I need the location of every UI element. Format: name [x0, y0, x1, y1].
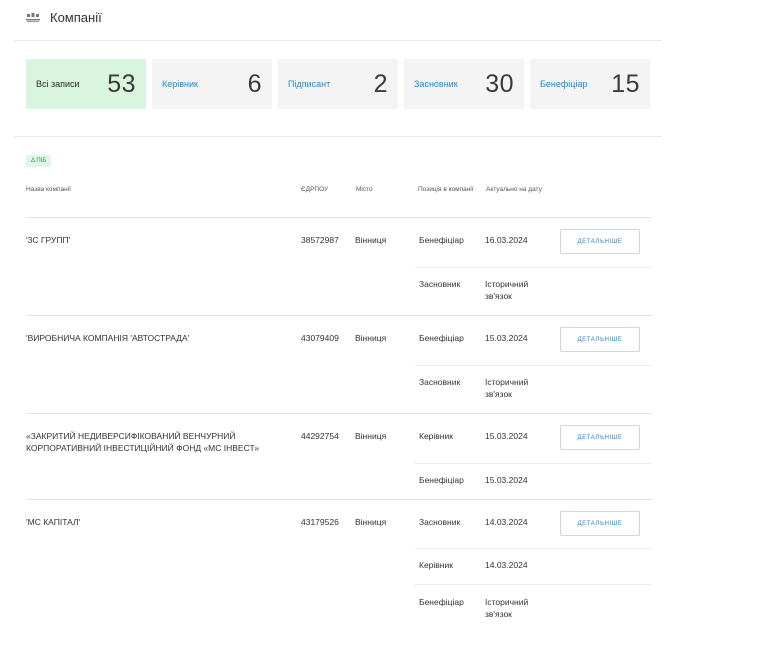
role-date: 15.03.2024: [485, 431, 528, 441]
tile-count: 6: [247, 69, 262, 98]
header-edrpou: ЄДРПОУ: [301, 186, 329, 193]
tile-label: Керівник: [162, 79, 198, 89]
details-button[interactable]: ДЕТАЛЬНІШЕ: [560, 511, 640, 536]
role-date: 16.03.2024: [485, 235, 528, 245]
role-position: Бенефіціар: [419, 333, 464, 343]
filter-chip-label: Δ ПІБ: [31, 158, 47, 164]
header-date: Актуально на дату: [486, 186, 542, 193]
role-date: 14.03.2024: [485, 560, 528, 570]
role-divider: [415, 548, 652, 549]
company-code: 38572987: [301, 235, 339, 245]
company-name: '3С ГРУПП': [26, 235, 71, 245]
row-divider: [26, 217, 652, 218]
header-position: Позиція в компанії: [418, 186, 474, 193]
role-date: 15.03.2024: [485, 333, 528, 343]
company-city: Вінниця: [355, 333, 387, 343]
page-header: Компанії: [26, 6, 102, 28]
role-date: 14.03.2024: [485, 517, 528, 527]
company-city: Вінниця: [355, 431, 387, 441]
company-code: 43179526: [301, 517, 339, 527]
header-city: Місто: [356, 186, 373, 193]
role-position: Керівник: [419, 560, 453, 570]
row-divider: [26, 315, 652, 316]
company-code: 43079409: [301, 333, 339, 343]
role-divider: [415, 584, 652, 585]
role-date: 15.03.2024: [485, 475, 528, 485]
role-position: Засновник: [419, 517, 461, 527]
tile-count: 15: [611, 69, 640, 98]
company-city: Вінниця: [355, 235, 387, 245]
role-divider: [415, 463, 652, 464]
tile-beneficiary[interactable]: Бенефіціар 15: [530, 59, 650, 109]
role-date: Історичний зв'язок: [485, 597, 529, 619]
row-divider: [26, 413, 652, 414]
divider: [14, 40, 662, 41]
details-button[interactable]: ДЕТАЛЬНІШЕ: [560, 425, 640, 450]
details-button[interactable]: ДЕТАЛЬНІШЕ: [560, 229, 640, 254]
company-code: 44292754: [301, 431, 339, 441]
role-date: Історичний зв'язок: [485, 377, 529, 399]
company-name: 'ВИРОБНИЧА КОМПАНІЯ 'АВТОСТРАДА': [26, 333, 190, 343]
role-position: Бенефіціар: [419, 597, 464, 607]
tile-count: 30: [485, 69, 514, 98]
company-name: 'МС КАПІТАЛ': [26, 517, 81, 527]
tile-label: Засновник: [414, 79, 458, 89]
filter-chip-pib[interactable]: Δ ПІБ: [26, 155, 52, 167]
role-position: Бенефіціар: [419, 235, 464, 245]
tile-label: Всі записи: [36, 79, 80, 89]
tile-label: Бенефіціар: [540, 79, 588, 89]
role-position: Засновник: [419, 279, 461, 289]
tile-all-records[interactable]: Всі записи 53: [26, 59, 146, 109]
details-button[interactable]: ДЕТАЛЬНІШЕ: [560, 327, 640, 352]
table-header: Назва компанії ЄДРПОУ Місто Позиція в ко…: [26, 184, 652, 210]
company-city: Вінниця: [355, 517, 387, 527]
page-title: Компанії: [50, 9, 102, 25]
divider: [14, 136, 662, 137]
header-company-name: Назва компанії: [26, 186, 71, 193]
tile-signatory[interactable]: Підписант 2: [278, 59, 398, 109]
companies-page: Компанії Всі записи 53 Керівник 6 Підпис…: [0, 0, 760, 660]
tile-director[interactable]: Керівник 6: [152, 59, 272, 109]
role-position: Засновник: [419, 377, 461, 387]
tile-count: 53: [107, 69, 136, 98]
row-divider: [26, 499, 652, 500]
role-position: Бенефіціар: [419, 475, 464, 485]
role-date: Історичний зв'язок: [485, 279, 529, 301]
company-name: «ЗАКРИТИЙ НЕДИВЕРСИФІКОВАНИЙ ВЕНЧУРНИЙ К…: [26, 431, 260, 453]
role-position: Керівник: [419, 431, 453, 441]
stat-tiles: Всі записи 53 Керівник 6 Підписант 2 Зас…: [26, 59, 650, 109]
role-divider: [415, 267, 652, 268]
role-divider: [415, 365, 652, 366]
tile-label: Підписант: [288, 79, 331, 89]
companies-icon: [26, 11, 40, 23]
tile-founder[interactable]: Засновник 30: [404, 59, 524, 109]
tile-count: 2: [373, 69, 388, 98]
